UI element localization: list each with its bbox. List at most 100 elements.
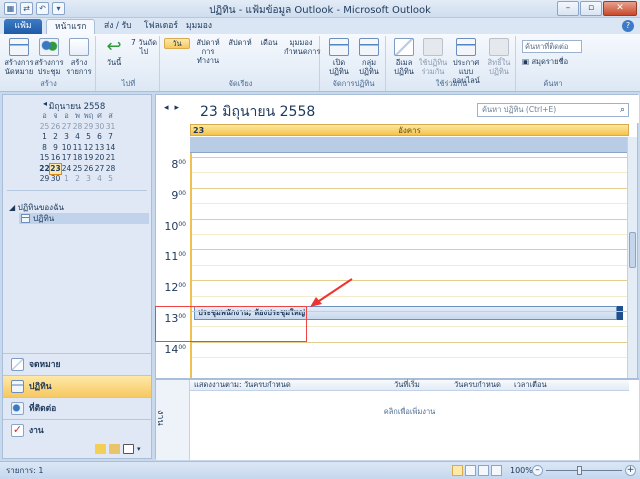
date-navigator-day[interactable]: 2 xyxy=(50,132,61,143)
date-navigator-day[interactable]: 4 xyxy=(72,132,83,143)
configure-buttons-icon[interactable]: ▾ xyxy=(137,444,143,454)
date-navigator-day[interactable]: 22 xyxy=(39,164,50,175)
work-week-button[interactable]: สัปดาห์การทำงาน xyxy=(192,38,246,114)
date-navigator-day[interactable]: 9 xyxy=(50,143,61,154)
zoom-level[interactable]: 100% xyxy=(510,462,533,479)
date-navigator-day[interactable]: 29 xyxy=(39,174,50,185)
day-time-grid[interactable]: ประชุมพนักงาน; ห้องประชุมใหญ่ xyxy=(190,153,631,378)
date-navigator-day[interactable]: 20 xyxy=(94,153,105,164)
zoom-knob[interactable] xyxy=(577,466,582,475)
date-navigator-day[interactable]: 28 xyxy=(105,164,116,175)
nav-contacts[interactable]: ที่ติดต่อ xyxy=(3,397,151,419)
today-button[interactable]: ↩ วันนี้ xyxy=(100,38,128,68)
tab-file[interactable]: แฟ้ม xyxy=(4,19,42,34)
close-button[interactable]: ✕ xyxy=(603,1,637,16)
date-navigator-day[interactable]: 10 xyxy=(61,143,72,154)
date-navigator-day[interactable]: 3 xyxy=(61,132,72,143)
date-navigator-day[interactable]: 30 xyxy=(50,174,61,185)
date-navigator-day[interactable]: 26 xyxy=(50,122,61,133)
nav-mail[interactable]: จดหมาย xyxy=(3,353,151,375)
month-button[interactable]: เดือน xyxy=(256,38,310,114)
date-navigator-day[interactable]: 26 xyxy=(83,164,94,175)
previous-day-icon[interactable]: ◂ xyxy=(164,103,175,113)
date-navigator-day[interactable]: 1 xyxy=(39,132,50,143)
zoom-slider[interactable]: – + xyxy=(532,465,636,477)
week-button[interactable]: สัปดาห์ xyxy=(226,38,280,114)
help-icon[interactable]: ? xyxy=(622,20,634,32)
normal-view-icon[interactable] xyxy=(452,465,463,476)
calendar-permissions-button[interactable]: สิทธิ์ในปฏิทิน xyxy=(484,38,514,76)
date-navigator-day[interactable]: 14 xyxy=(105,143,116,154)
search-icon[interactable]: ⌕ xyxy=(620,104,625,116)
share-calendar-button[interactable]: ใช้ปฏิทินร่วมกัน xyxy=(418,38,448,76)
email-calendar-button[interactable]: อีเมลปฏิทิน xyxy=(390,38,418,76)
scrollbar-thumb[interactable] xyxy=(629,232,636,268)
date-navigator-day[interactable]: 24 xyxy=(61,164,72,175)
open-calendar-button[interactable]: เปิดปฏิทิน xyxy=(324,38,354,76)
start-date-header[interactable]: วันที่เริ่ม xyxy=(394,380,420,390)
nav-calendar[interactable]: ปฏิทิน xyxy=(3,375,151,397)
tab-send-receive[interactable]: ส่ง / รับ xyxy=(96,19,140,34)
date-navigator-day[interactable]: 28 xyxy=(72,122,83,133)
date-navigator-day[interactable]: 4 xyxy=(94,174,105,185)
search-people-input[interactable]: ค้นหาที่ติดต่อ xyxy=(522,40,582,53)
date-navigator-day[interactable]: 15 xyxy=(39,153,50,164)
date-navigator-day[interactable]: 19 xyxy=(83,153,94,164)
zoom-in-icon[interactable]: + xyxy=(625,465,636,476)
calendar-search-input[interactable]: ค้นหา ปฏิทิน (Ctrl+E) ⌕ xyxy=(477,103,629,117)
address-book-button[interactable]: ▣ สมุดรายชื่อ xyxy=(522,56,568,68)
next-day-icon[interactable]: ▸ xyxy=(175,103,186,113)
date-navigator-day[interactable]: 30 xyxy=(94,122,105,133)
reminder-header[interactable]: เวลาเตือน xyxy=(514,380,547,390)
new-appointment-button[interactable]: สร้างการนัดหมาย xyxy=(4,38,34,76)
date-navigator-day[interactable]: 11 xyxy=(72,143,83,154)
nav-tasks[interactable]: ✓ งาน xyxy=(3,419,151,441)
date-navigator-day[interactable]: 1 xyxy=(61,174,72,185)
date-navigator-day[interactable]: 5 xyxy=(83,132,94,143)
tab-home[interactable]: หน้าแรก xyxy=(46,19,96,34)
prev-month-icon[interactable]: ◂ xyxy=(43,99,47,108)
all-day-events-area[interactable] xyxy=(190,137,629,153)
date-navigator-day[interactable]: 17 xyxy=(61,153,72,164)
tab-view[interactable]: มุมมอง xyxy=(178,19,220,34)
day-column-header[interactable]: 23 อังคาร xyxy=(190,124,629,136)
due-date-header[interactable]: วันครบกำหนด xyxy=(454,380,501,390)
date-navigator-day[interactable]: 25 xyxy=(72,164,83,175)
arrange-by-header[interactable]: แสดงงานตาม: วันครบกำหนด xyxy=(194,380,291,390)
date-navigator-day[interactable]: 18 xyxy=(72,153,83,164)
date-navigator-day[interactable]: 16 xyxy=(50,153,61,164)
date-navigator-day[interactable]: 25 xyxy=(39,122,50,133)
click-to-add-task[interactable]: คลิกเพื่อเพิ่มงาน xyxy=(190,406,629,418)
new-meeting-button[interactable]: สร้างการประชุม xyxy=(34,38,64,76)
shortcuts-icon[interactable] xyxy=(123,444,134,454)
zoom-out-icon[interactable]: – xyxy=(532,465,543,476)
maximize-button[interactable]: ▫ xyxy=(580,1,602,16)
date-navigator-day[interactable]: 8 xyxy=(39,143,50,154)
date-navigator-day[interactable]: 31 xyxy=(105,122,116,133)
calendar-view-icon[interactable] xyxy=(491,465,502,476)
date-navigator-day[interactable]: 6 xyxy=(94,132,105,143)
date-navigator-day[interactable]: 23 xyxy=(49,162,62,175)
calendar-groups-button[interactable]: กลุ่มปฏิทิน xyxy=(354,38,384,76)
schedule-view-button[interactable]: มุมมองกำหนดการ xyxy=(284,38,338,114)
date-navigator-day[interactable]: 27 xyxy=(61,122,72,133)
date-navigator-day[interactable]: 29 xyxy=(83,122,94,133)
date-navigator-day[interactable]: 21 xyxy=(105,153,116,164)
date-navigator-day[interactable]: 3 xyxy=(83,174,94,185)
list-view-icon[interactable] xyxy=(478,465,489,476)
notes-icon[interactable] xyxy=(95,444,106,454)
reading-view-icon[interactable] xyxy=(465,465,476,476)
date-navigator-day[interactable]: 5 xyxy=(105,174,116,185)
date-navigator-day[interactable]: 2 xyxy=(72,174,83,185)
date-navigator-day[interactable]: 12 xyxy=(83,143,94,154)
day-view-button[interactable]: วัน xyxy=(164,38,219,115)
folder-list-icon[interactable] xyxy=(109,444,120,454)
date-navigator-day[interactable]: 13 xyxy=(94,143,105,154)
minimize-button[interactable]: – xyxy=(557,1,579,16)
calendar-list-item[interactable]: ปฏิทิน xyxy=(19,213,149,224)
new-items-button[interactable]: สร้างรายการ xyxy=(64,38,94,76)
date-navigator-day[interactable]: 7 xyxy=(105,132,116,143)
vertical-scrollbar[interactable] xyxy=(627,137,637,378)
date-navigator-day[interactable]: 27 xyxy=(94,164,105,175)
next-7-days-button[interactable]: 7 วันถัดไป xyxy=(130,38,184,114)
